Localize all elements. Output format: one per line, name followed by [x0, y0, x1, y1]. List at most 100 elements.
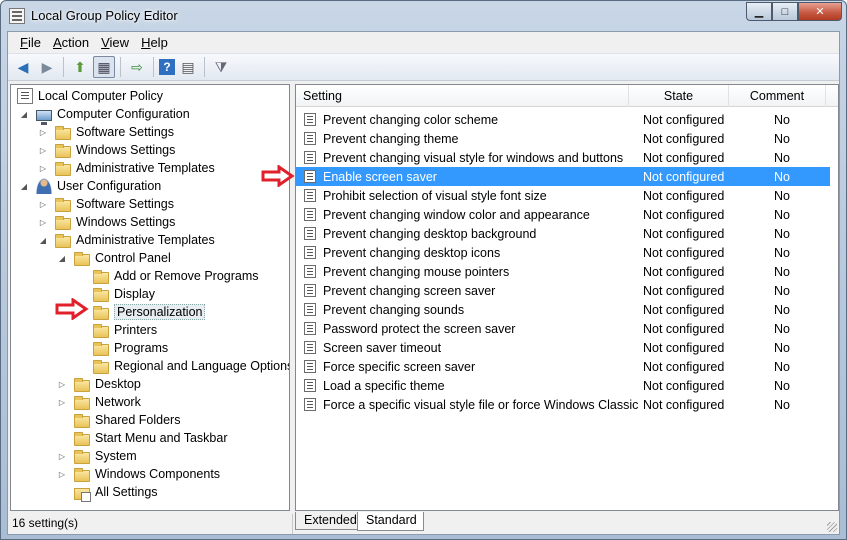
tree-node-desktop[interactable]: ▷ Desktop [57, 375, 141, 393]
tree-node-network[interactable]: ▷ Network [57, 393, 141, 411]
setting-name: Prevent changing screen saver [323, 283, 496, 298]
menu-view[interactable]: View [95, 35, 135, 50]
table-row[interactable]: Prevent changing screen saver Not configu… [296, 281, 838, 300]
expand-arrow-icon[interactable]: ▷ [38, 199, 48, 209]
table-row[interactable]: Prevent changing sounds Not configured No [296, 300, 838, 319]
column-header-state[interactable]: State [629, 85, 729, 107]
tree-node-windows-settings[interactable]: ▷ Windows Settings [38, 141, 175, 159]
table-row[interactable]: Force specific screen saver Not configure… [296, 357, 838, 376]
tree-node-start-menu-and-taskbar[interactable]: Start Menu and Taskbar [74, 429, 227, 447]
up-folder-icon[interactable]: ⬆ [69, 56, 91, 78]
menu-file[interactable]: File [14, 35, 47, 50]
menu-view-mnemonic: V [101, 34, 110, 50]
column-header-comment[interactable]: Comment [729, 85, 826, 107]
tree-node-regional-and-language-options[interactable]: Regional and Language Options [93, 357, 289, 375]
tree-node-personalization[interactable]: Personalization [93, 303, 206, 321]
expand-arrow-icon[interactable]: ▷ [38, 217, 48, 227]
setting-cell: Password protect the screen saver [296, 322, 632, 336]
tree-node-label: Windows Components [95, 467, 221, 481]
tree-node-programs[interactable]: Programs [93, 339, 168, 357]
expand-arrow-icon[interactable]: ▷ [38, 127, 48, 137]
computer-icon [36, 109, 52, 125]
tree-node-display[interactable]: Display [93, 285, 155, 303]
forward-arrow-icon[interactable]: ▶ [36, 56, 58, 78]
maximize-button[interactable]: □ [772, 2, 798, 21]
tree-node-local-computer-policy[interactable]: Local Computer Policy [17, 87, 163, 105]
folder-icon [74, 395, 90, 410]
comment-cell: No [774, 207, 790, 222]
expand-arrow-icon[interactable]: ▷ [57, 451, 67, 461]
export-list-icon[interactable]: ⇨ [126, 56, 148, 78]
tree-node-system[interactable]: ▷ System [57, 447, 137, 465]
tree-node-shared-folders[interactable]: Shared Folders [74, 411, 180, 429]
expand-arrow-icon[interactable]: ▷ [57, 469, 67, 479]
list-rows: Prevent changing color scheme Not configu… [296, 110, 838, 414]
menu-action[interactable]: Action [47, 35, 95, 50]
back-arrow-icon[interactable]: ◀ [12, 56, 34, 78]
tree-node-label: Display [114, 287, 155, 301]
table-row[interactable]: Prevent changing color scheme Not configu… [296, 110, 838, 129]
policy-setting-icon [304, 132, 316, 145]
tree-node-user-configuration[interactable]: ◢ User Configuration [19, 177, 161, 195]
table-row[interactable]: Enable screen saver Not configured No [296, 167, 830, 186]
resize-grip-icon[interactable] [827, 522, 837, 532]
tree-node-label: Software Settings [76, 197, 174, 211]
tree-pane[interactable]: Local Computer Policy ◢ Computer Configur… [10, 84, 290, 511]
show-hide-tree-icon[interactable]: ▦ [93, 56, 115, 78]
tree-node-label: System [95, 449, 137, 463]
table-row[interactable]: Prevent changing theme Not configured No [296, 129, 838, 148]
policy-setting-icon [304, 322, 316, 335]
table-row[interactable]: Prevent changing desktop icons Not config… [296, 243, 838, 262]
column-header-setting[interactable]: Setting [296, 85, 629, 107]
tree-node-windows-components[interactable]: ▷ Windows Components [57, 465, 220, 483]
expand-arrow-icon[interactable]: ▷ [57, 379, 67, 389]
properties-icon[interactable]: ▤ [177, 56, 199, 78]
minimize-button[interactable]: ▁ [746, 2, 772, 21]
tree-node-printers[interactable]: Printers [93, 321, 157, 339]
menu-help[interactable]: Help [135, 35, 174, 50]
help-icon[interactable]: ? [159, 59, 175, 75]
table-row[interactable]: Prevent changing mouse pointers Not confi… [296, 262, 838, 281]
settings-list[interactable]: Setting State Comment Prevent changing c… [295, 84, 839, 511]
tree-node-software-settings[interactable]: ▷ Software Settings [38, 195, 174, 213]
folder-icon [74, 467, 90, 482]
menu-action-label: ction [61, 34, 90, 50]
table-row[interactable]: Load a specific theme Not configured No [296, 376, 838, 395]
collapse-arrow-icon[interactable]: ◢ [57, 253, 67, 263]
tree-node-label: Add or Remove Programs [114, 269, 259, 283]
tree-node-software-settings[interactable]: ▷ Software Settings [38, 123, 174, 141]
table-row[interactable]: Prohibit selection of visual style font … [296, 186, 838, 205]
tab-extended[interactable]: Extended [295, 512, 358, 530]
table-row[interactable]: Prevent changing visual style for window… [296, 148, 838, 167]
setting-cell: Force a specific visual style file or fo… [296, 398, 638, 412]
expand-arrow-icon[interactable]: ▷ [38, 145, 48, 155]
tab-standard[interactable]: Standard [357, 512, 424, 531]
collapse-arrow-icon[interactable]: ◢ [19, 181, 29, 191]
window-title: Local Group Policy Editor [31, 8, 178, 23]
setting-cell: Prevent changing window color and appear… [296, 208, 632, 222]
tree-node-control-panel[interactable]: ◢ Control Panel [57, 249, 171, 267]
policy-setting-icon [304, 151, 316, 164]
expand-arrow-icon[interactable]: ▷ [57, 397, 67, 407]
setting-name: Prevent changing desktop background [323, 226, 537, 241]
policy-setting-icon [304, 398, 316, 411]
filter-icon[interactable]: ⧩ [210, 56, 232, 78]
comment-cell: No [774, 359, 790, 374]
tree-node-administrative-templates[interactable]: ▷ Administrative Templates [38, 159, 215, 177]
tree-node-all-settings[interactable]: All Settings [74, 483, 158, 502]
collapse-arrow-icon[interactable]: ◢ [38, 235, 48, 245]
title-bar[interactable]: Local Group Policy Editor ▁ □ ✕ [1, 1, 846, 31]
table-row[interactable]: Prevent changing window color and appear… [296, 205, 838, 224]
table-row[interactable]: Prevent changing desktop background Not c… [296, 224, 838, 243]
table-row[interactable]: Password protect the screen saver Not con… [296, 319, 838, 338]
expand-arrow-icon[interactable]: ▷ [38, 163, 48, 173]
tree-node-administrative-templates[interactable]: ◢ Administrative Templates [38, 231, 215, 249]
table-row[interactable]: Force a specific visual style file or fo… [296, 395, 838, 414]
tree-node-label: User Configuration [57, 179, 162, 193]
collapse-arrow-icon[interactable]: ◢ [19, 109, 29, 119]
tree-node-add-or-remove-programs[interactable]: Add or Remove Programs [93, 267, 259, 285]
tree-node-windows-settings[interactable]: ▷ Windows Settings [38, 213, 175, 231]
close-button[interactable]: ✕ [798, 2, 842, 21]
tree-node-computer-configuration[interactable]: ◢ Computer Configuration [19, 105, 190, 125]
table-row[interactable]: Screen saver timeout Not configured No [296, 338, 838, 357]
